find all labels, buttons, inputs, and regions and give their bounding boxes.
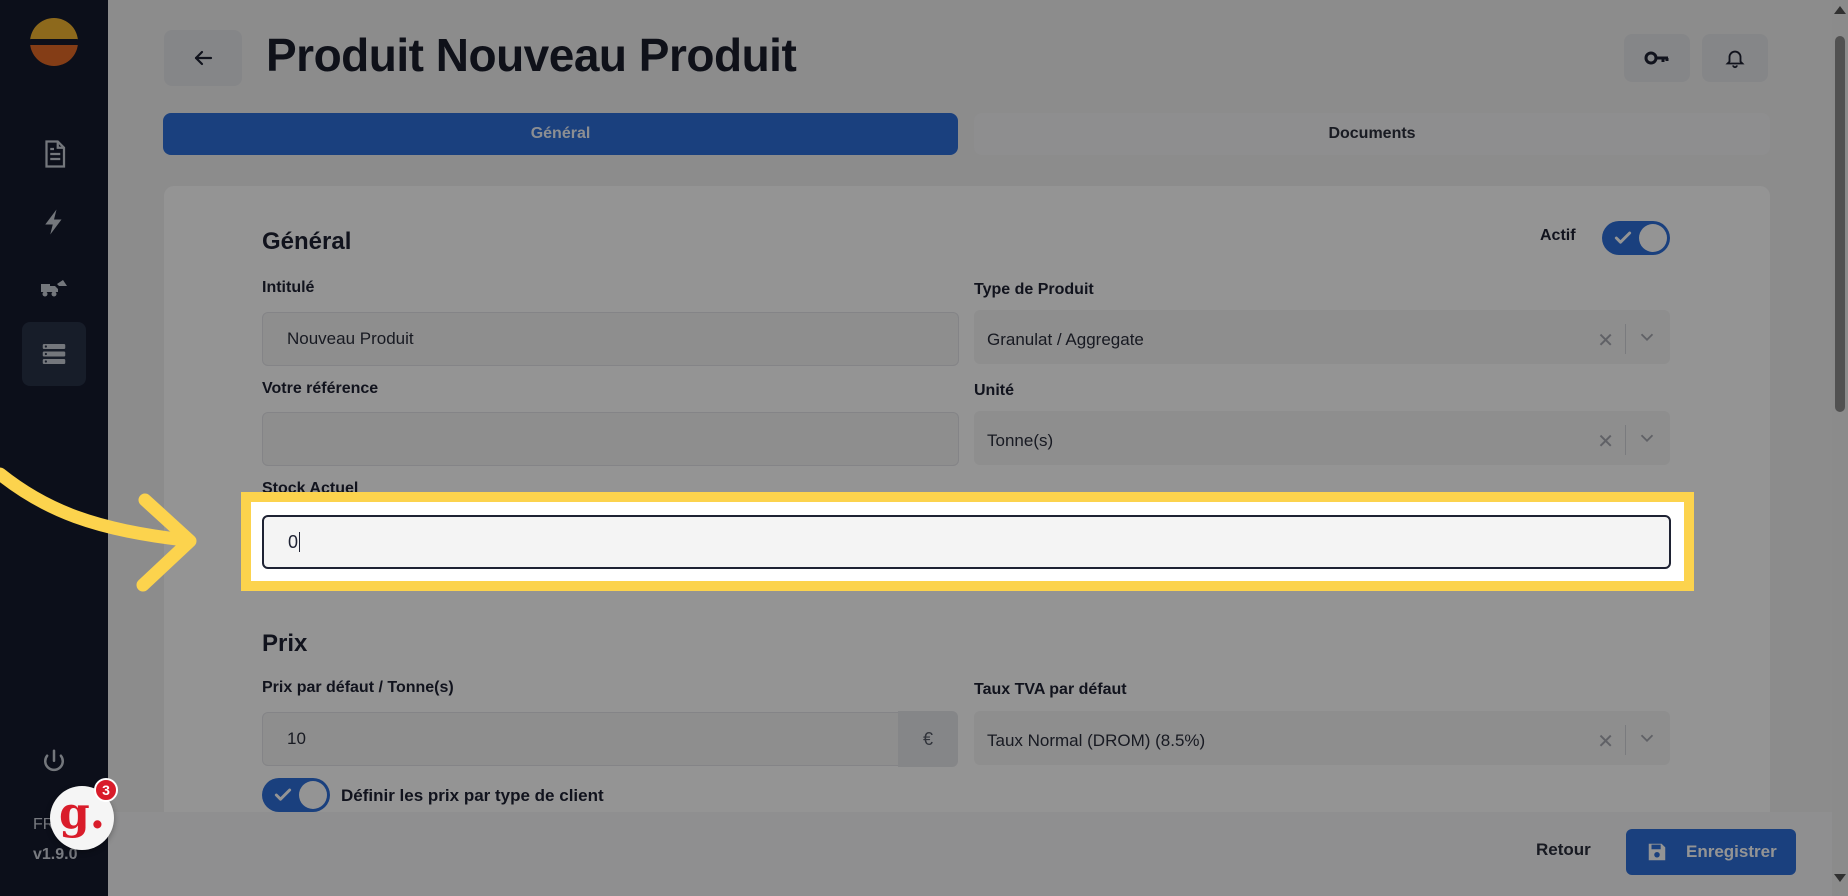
notifications-button[interactable]: [1702, 34, 1768, 82]
actif-toggle[interactable]: [1602, 221, 1670, 255]
floppy-disk-icon: [1648, 843, 1666, 861]
sidebar-item-logout[interactable]: [22, 730, 86, 794]
version-label: v1.9.0: [33, 846, 78, 863]
page-title: Produit Nouveau Produit: [266, 29, 797, 81]
check-icon: [274, 788, 292, 801]
reference-input[interactable]: [262, 412, 959, 466]
tutorial-arrow-icon: [0, 467, 197, 592]
bell-icon: [1725, 50, 1745, 69]
chevron-down-icon[interactable]: [1636, 427, 1658, 449]
save-button[interactable]: Enregistrer: [1626, 829, 1796, 875]
intitule-label: Intitulé: [262, 279, 315, 296]
actif-label: Actif: [1540, 227, 1576, 244]
tva-label: Taux TVA par défaut: [974, 681, 1127, 698]
clear-icon[interactable]: ✕: [1597, 729, 1614, 754]
scroll-thumb[interactable]: [1835, 36, 1845, 412]
prix-label: Prix par défaut / Tonne(s): [262, 679, 454, 696]
chevron-down-icon[interactable]: [1636, 727, 1658, 749]
prix-input[interactable]: 10: [262, 712, 900, 766]
clear-icon[interactable]: ✕: [1597, 328, 1614, 353]
sidebar-item-vehicles[interactable]: [22, 256, 86, 320]
sidebar-item-activity[interactable]: [22, 190, 86, 254]
key-icon: [1644, 51, 1669, 65]
type-produit-label: Type de Produit: [974, 281, 1094, 298]
type-produit-select[interactable]: Granulat / Aggregate ✕: [974, 310, 1670, 364]
list-icon: [42, 344, 66, 364]
document-icon: [45, 140, 66, 168]
sidebar-item-documents[interactable]: [22, 122, 86, 186]
scroll-up-arrow-icon[interactable]: [1834, 6, 1846, 14]
check-icon: [1614, 231, 1632, 244]
tab-documents[interactable]: Documents: [974, 113, 1770, 155]
chevron-down-icon[interactable]: [1636, 326, 1658, 348]
arrow-left-icon: [194, 50, 213, 66]
section-title-general: Général: [262, 228, 352, 255]
guide-count-badge: 3: [94, 778, 118, 802]
tva-select[interactable]: Taux Normal (DROM) (8.5%) ✕: [974, 711, 1670, 765]
intitule-input[interactable]: Nouveau Produit: [262, 312, 959, 366]
stock-value: 0: [288, 531, 299, 552]
text-caret: [299, 532, 301, 552]
reference-label: Votre référence: [262, 380, 379, 397]
app-logo[interactable]: [30, 18, 78, 66]
unite-label: Unité: [974, 382, 1014, 399]
currency-addon: €: [898, 711, 958, 767]
client-prices-toggle[interactable]: [262, 778, 330, 812]
tab-general[interactable]: Général: [163, 113, 958, 155]
scroll-down-arrow-icon[interactable]: [1834, 874, 1846, 882]
stock-input[interactable]: 0: [262, 515, 1671, 569]
section-title-prix: Prix: [262, 630, 308, 657]
tva-value: Taux Normal (DROM) (8.5%): [987, 731, 1206, 750]
client-prices-label: Définir les prix par type de client: [341, 786, 604, 805]
back-button[interactable]: [164, 30, 242, 86]
retour-button[interactable]: Retour: [1536, 840, 1591, 860]
lightning-icon: [45, 209, 62, 235]
sidebar-item-products[interactable]: [22, 322, 86, 386]
power-icon: [44, 749, 64, 772]
unite-select[interactable]: Tonne(s) ✕: [974, 411, 1670, 465]
unite-value: Tonne(s): [987, 431, 1054, 450]
type-produit-value: Granulat / Aggregate: [987, 330, 1144, 349]
key-button[interactable]: [1624, 34, 1690, 82]
truck-icon: [41, 280, 67, 297]
save-label: Enregistrer: [1686, 842, 1777, 861]
clear-icon[interactable]: ✕: [1597, 429, 1614, 454]
